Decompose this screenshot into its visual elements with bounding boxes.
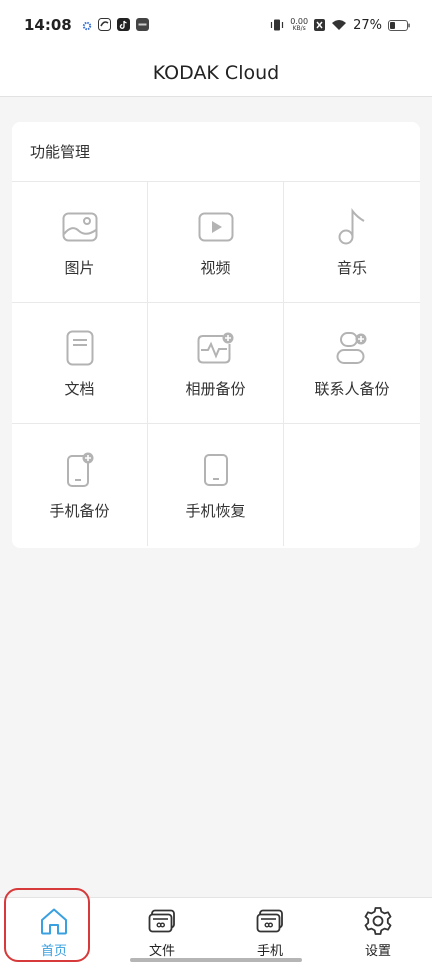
feature-images[interactable]: 图片 bbox=[12, 182, 148, 303]
nav-label: 首页 bbox=[40, 943, 67, 959]
feature-label: 联系人备份 bbox=[314, 379, 390, 398]
battery-icon bbox=[388, 16, 410, 35]
bottom-nav: 首页 文件 手机 设置 bbox=[0, 897, 432, 964]
network-speed: 0.00 KB/s bbox=[290, 17, 309, 33]
feature-label: 文档 bbox=[64, 379, 95, 398]
contacts-backup-icon bbox=[332, 328, 372, 368]
feature-phone-restore[interactable]: 手机恢复 bbox=[148, 424, 284, 546]
nav-label: 手机 bbox=[256, 943, 283, 959]
title-bar: KODAK Cloud bbox=[0, 50, 432, 97]
feature-label: 手机恢复 bbox=[185, 501, 246, 520]
gear-small-icon bbox=[82, 16, 92, 35]
files-icon bbox=[147, 906, 177, 936]
music-icon bbox=[332, 207, 372, 247]
network-speed-unit: KB/s bbox=[292, 25, 306, 32]
nav-home[interactable]: 首页 bbox=[0, 898, 108, 964]
feature-videos[interactable]: 视频 bbox=[148, 182, 284, 303]
album-backup-icon bbox=[196, 328, 236, 368]
status-time: 14:08 bbox=[24, 16, 72, 34]
feature-empty-cell bbox=[284, 424, 420, 546]
feature-label: 视频 bbox=[200, 258, 231, 277]
feature-documents[interactable]: 文档 bbox=[12, 303, 148, 424]
card-title: 功能管理 bbox=[30, 143, 91, 161]
nav-files[interactable]: 文件 bbox=[108, 898, 216, 964]
nav-phone[interactable]: 手机 bbox=[216, 898, 324, 964]
status-bar-left: 14:08 bbox=[24, 16, 149, 35]
battery-percent: 27% bbox=[353, 17, 382, 33]
app-notification-icon bbox=[135, 16, 149, 35]
feature-phone-backup[interactable]: 手机备份 bbox=[12, 424, 148, 546]
feature-management-card: 功能管理 图片 视频 音乐 文档 相册备份 联系人备份 手机备份 手机恢复 bbox=[12, 122, 420, 548]
nav-label: 文件 bbox=[148, 943, 175, 959]
phone-restore-icon bbox=[196, 450, 236, 490]
card-header: 功能管理 bbox=[12, 122, 420, 182]
nav-settings[interactable]: 设置 bbox=[324, 898, 432, 964]
settings-icon bbox=[363, 906, 393, 936]
feature-label: 相册备份 bbox=[185, 379, 246, 398]
sim-icon bbox=[314, 16, 326, 35]
image-icon bbox=[60, 207, 100, 247]
feature-grid: 图片 视频 音乐 文档 相册备份 联系人备份 手机备份 手机恢复 bbox=[12, 182, 420, 546]
sync-app-icon bbox=[97, 16, 111, 35]
feature-label: 手机备份 bbox=[49, 501, 110, 520]
feature-contacts-backup[interactable]: 联系人备份 bbox=[284, 303, 420, 424]
document-icon bbox=[60, 328, 100, 368]
vibrate-icon bbox=[270, 16, 284, 35]
video-icon bbox=[196, 207, 236, 247]
feature-music[interactable]: 音乐 bbox=[284, 182, 420, 303]
feature-album-backup[interactable]: 相册备份 bbox=[148, 303, 284, 424]
home-indicator[interactable] bbox=[130, 958, 302, 962]
nav-label: 设置 bbox=[364, 943, 391, 959]
status-bar: 14:08 0.00 KB/s 27% bbox=[0, 0, 432, 50]
network-speed-value: 0.00 bbox=[290, 17, 309, 26]
feature-label: 图片 bbox=[64, 258, 95, 277]
tiktok-icon bbox=[116, 16, 130, 35]
phone-backup-icon bbox=[60, 450, 100, 490]
status-bar-right: 0.00 KB/s 27% bbox=[270, 16, 410, 35]
wifi-icon bbox=[331, 16, 347, 35]
feature-label: 音乐 bbox=[336, 258, 367, 277]
app-title: KODAK Cloud bbox=[152, 62, 280, 84]
phone-icon bbox=[255, 906, 285, 936]
home-icon bbox=[39, 906, 69, 936]
